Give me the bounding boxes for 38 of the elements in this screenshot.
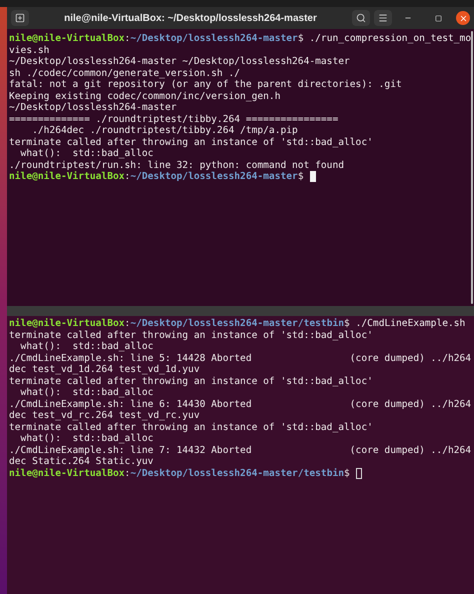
terminal-output-line: ~/Desktop/losslessh264-master ~/Desktop/losslessh264-master [9,56,350,68]
terminal-output-line: ./CmdLineExample.sh: line 5: 14428 Aborted (core dumped) ../h264 [9,352,472,364]
search-icon [356,13,366,23]
search-button[interactable] [352,10,370,26]
terminal-output-line: what(): std::bad_alloc [20,433,154,444]
terminal-prompt: nile@nile-VirtualBox:~/Desktop/losslessh264-master$ [9,171,304,182]
terminal-output-line: sh ./codec/common/generate_version.sh ./ [9,68,240,79]
new-tab-icon [15,13,25,23]
terminal-output-line: ./h264dec ./roundtriptest/tibby.264 /tmp/a.pip [31,125,298,136]
terminal-output-line: what(): std::bad_alloc [20,341,154,352]
terminal-prompt: nile@nile-VirtualBox:~/Desktop/losslessh264-master/testbin$ ./CmdLineExample.sh [9,318,466,330]
terminal-output-line: terminate called after throwing an instance of 'std::bad_alloc' [9,422,373,433]
terminal-output-line: dec test_vd_rc.264 test_vd_rc.yuv [9,410,200,422]
scrollbar[interactable] [471,31,473,304]
terminal-output-line: Keeping existing codec/common/inc/version_gen.h [9,90,280,102]
terminal-prompt: nile@nile-VirtualBox:~/Desktop/losslessh264-master/testbin$ [9,468,350,479]
terminal-prompt: nile@nile-VirtualBox:~/Desktop/losslessh264-master$ ./run_compression_on_test_mo [9,33,472,44]
terminal-output-line: terminate called after throwing an instance of 'std::bad_alloc' [9,136,373,148]
close-icon [458,14,468,22]
close-button[interactable] [456,11,470,25]
terminal-output-line: ./roundtriptest/run.sh: line 32: python: command not found [9,160,344,171]
menu-button[interactable] [374,10,392,26]
window-title: nile@nile-VirtualBox: ~/Desktop/losslessh264-master [64,12,317,26]
terminal-output-line: what(): std::bad_alloc [20,148,154,160]
terminal-output-line: vies.sh [9,44,50,56]
terminal-output-line: dec Static.264 Static.yuv [9,456,154,468]
menu-icon [378,13,388,23]
terminal-output-line: what(): std::bad_alloc [20,387,154,398]
terminal-output-line: dec test_vd_1d.264 test_vd_1d.yuv [9,364,200,376]
terminal-output-line: terminate called after throwing an instance of 'std::bad_alloc' [9,330,373,341]
new-tab-button[interactable] [11,10,29,26]
maximize-icon [434,14,442,22]
terminal-output-line: ./CmdLineExample.sh: line 6: 14430 Aborted (core dumped) ../h264 [9,398,472,410]
terminal-output-line: ============== ./roundtriptest/tibby.264 ================ [9,114,338,125]
terminal-output-line: ~/Desktop/losslessh264-master [9,102,177,114]
terminal-output-line: fatal: not a git repository (or any of the parent directories): .git [9,79,402,90]
terminal-output-line: ./CmdLineExample.sh: line 7: 14432 Aborted (core dumped) ../h264 [9,444,472,456]
terminal-output-line: terminate called after throwing an instance of 'std::bad_alloc' [9,376,373,387]
